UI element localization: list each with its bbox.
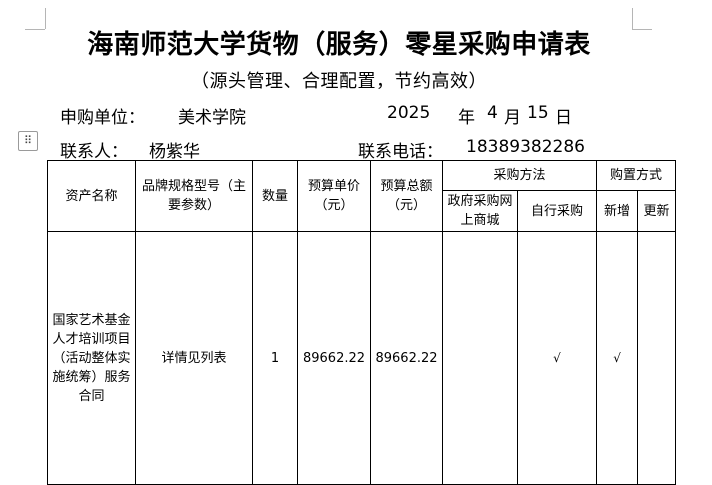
cell-gov-mall [442,231,518,485]
cell-quantity: 1 [252,231,298,485]
date-day: 15 [527,103,549,123]
header-type-renew: 更新 [637,190,677,232]
phone-label: 联系电话： [358,142,443,162]
contact-value: 杨紫华 [149,142,200,162]
table-row: 国家艺术基金人才培训项目（活动整体实施统筹）服务合同 详情见列表 1 89662… [47,231,677,485]
header-method-gov-mall: 政府采购网上商城 [442,190,518,232]
cell-asset-name: 国家艺术基金人才培训项目（活动整体实施统筹）服务合同 [47,231,136,485]
contact-label: 联系人： [60,142,128,162]
cell-renew [637,231,677,485]
cell-brand-spec: 详情见列表 [135,231,253,485]
date-day-suffix: 日 [555,108,572,128]
cell-unit-price: 89662.22 [297,231,371,485]
header-total-price: 预算总额（元） [370,160,443,232]
header-purchase-method: 采购方法 [441,160,598,191]
document-subtitle: （源头管理、合理配置，节约高效） [191,71,487,92]
phone-value: 18389382286 [466,137,585,157]
cell-new-check: √ [596,231,639,485]
table-move-handle-icon[interactable]: ⠿ [18,131,38,151]
date-month-suffix: 月 [504,108,521,128]
header-method-self: 自行采购 [516,190,598,232]
cell-total-price: 89662.22 [370,231,443,485]
header-purchase-type: 购置方式 [596,160,677,191]
cell-self-purchase-check: √ [516,231,598,485]
header-type-new: 新增 [596,190,639,232]
table-header-row: 资产名称 品牌规格型号（主要参数） 数量 预算单价（元） 预算总额（元） 采购方… [47,160,677,232]
date-month: 4 [487,103,498,123]
document-title: 海南师范大学货物（服务）零星采购申请表 [87,30,591,60]
header-quantity: 数量 [252,160,298,232]
date-year: 2025 [387,103,431,123]
header-asset-name: 资产名称 [47,160,136,232]
purchase-table: 资产名称 品牌规格型号（主要参数） 数量 预算单价（元） 预算总额（元） 采购方… [47,160,677,485]
unit-label: 申购单位： [60,108,145,128]
header-brand-spec: 品牌规格型号（主要参数） [135,160,253,232]
header-unit-price: 预算单价（元） [297,160,371,232]
date-year-suffix: 年 [458,108,475,128]
unit-value: 美术学院 [178,108,246,128]
